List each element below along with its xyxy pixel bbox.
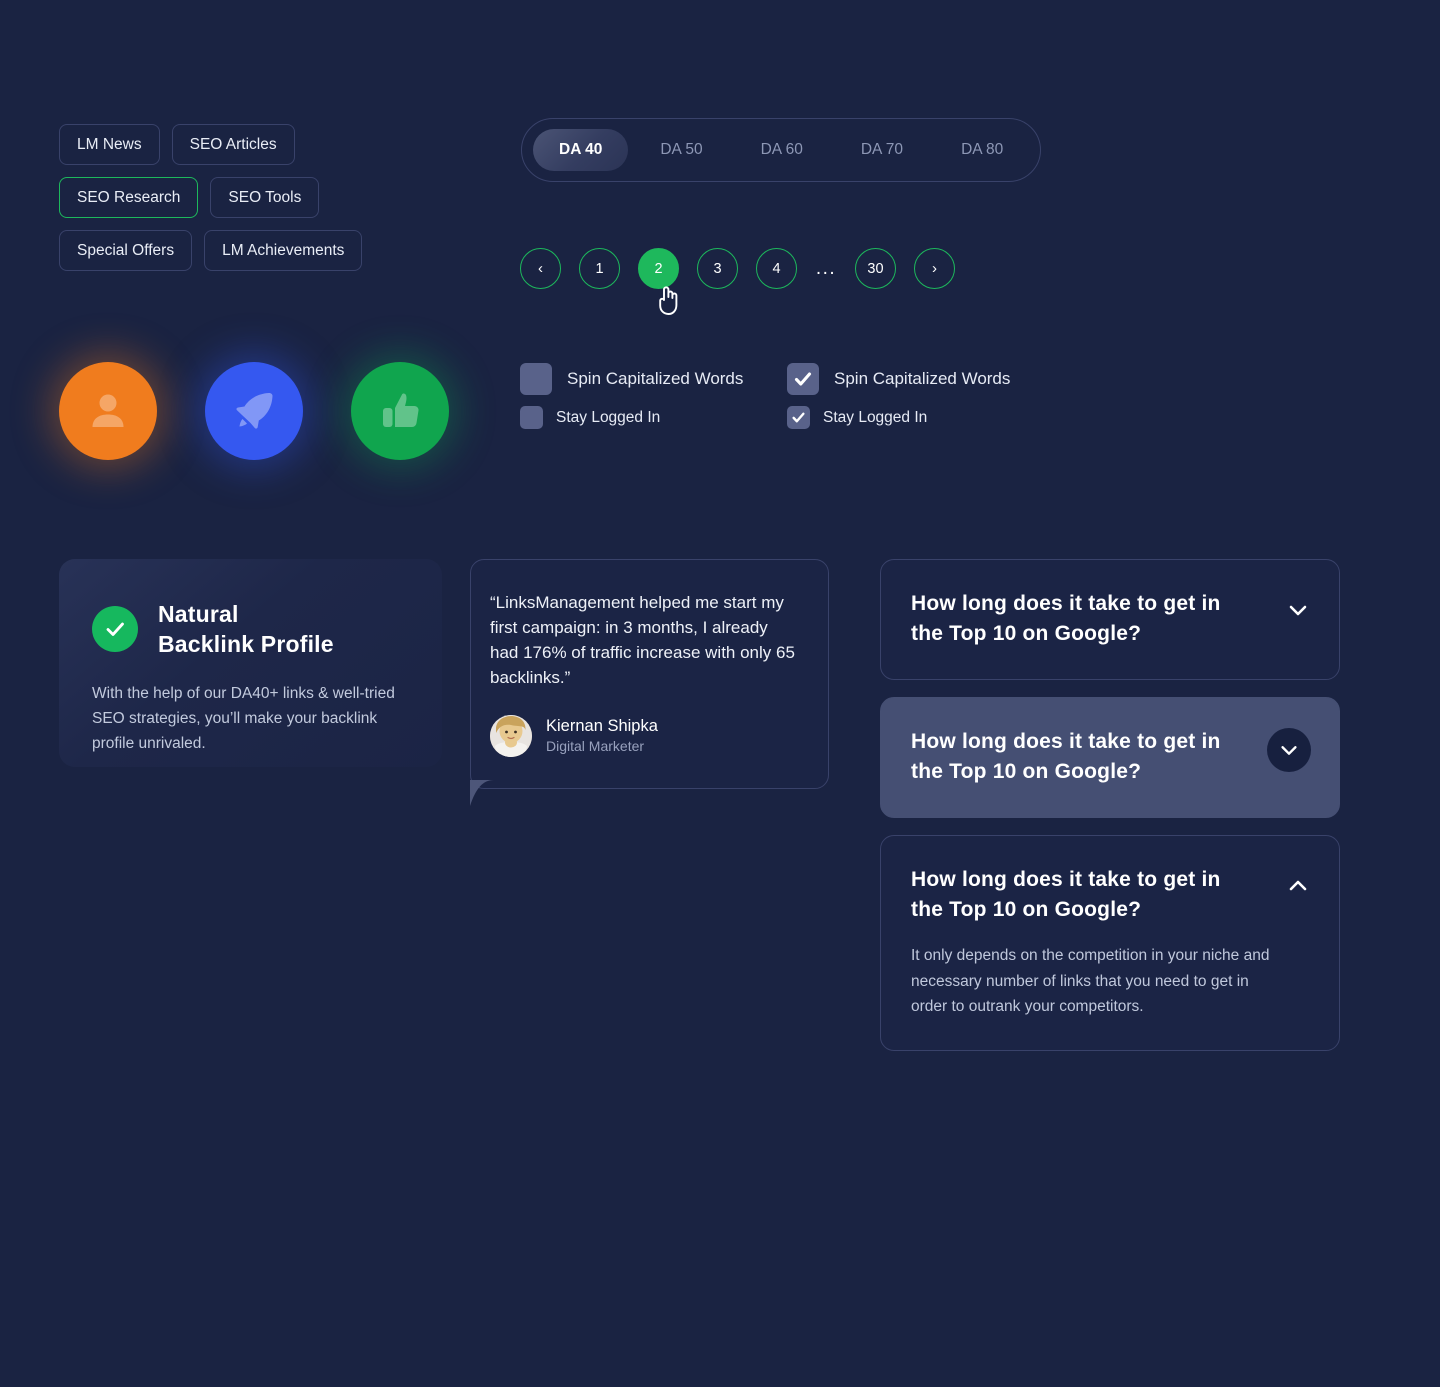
faq-item-2-body: How long does it take to get in the Top … bbox=[911, 727, 1267, 787]
rocket-icon bbox=[236, 392, 273, 429]
checkbox-spin-capitalized-unchecked[interactable] bbox=[520, 363, 552, 395]
chevron-down-icon[interactable] bbox=[1267, 728, 1311, 772]
testimonial-card: “LinksManagement helped me start my firs… bbox=[470, 559, 829, 789]
tab-da-60[interactable]: DA 60 bbox=[735, 129, 829, 171]
pagination-page-2[interactable]: 2 bbox=[638, 248, 679, 289]
checkbox-label: Stay Logged In bbox=[823, 408, 928, 426]
icon-circle-thumbs-up bbox=[351, 362, 449, 460]
checkbox-label: Stay Logged In bbox=[556, 408, 661, 426]
tag-seo-articles[interactable]: SEO Articles bbox=[171, 124, 295, 165]
check-icon bbox=[792, 412, 805, 423]
title-line-1: Natural bbox=[158, 601, 239, 627]
tag-filter-group: LM News SEO Articles SEO Research SEO To… bbox=[59, 124, 439, 271]
checkbox-spin-capitalized-checked[interactable] bbox=[787, 363, 819, 395]
pagination-page-3[interactable]: 3 bbox=[697, 248, 738, 289]
testimonial-author: Kiernan Shipka Digital Marketer bbox=[490, 715, 800, 757]
da-tab-group: DA 40 DA 50 DA 60 DA 70 DA 80 bbox=[521, 118, 1042, 182]
checkbox-stay-logged-in-checked[interactable] bbox=[787, 406, 810, 429]
faq-question: How long does it take to get in the Top … bbox=[911, 868, 1221, 921]
speech-bubble-tail bbox=[470, 780, 494, 806]
pagination: ‹ 1 2 3 4 ... 30 › bbox=[520, 248, 955, 289]
tag-lm-news[interactable]: LM News bbox=[59, 124, 160, 165]
checkbox-row-stay-logged-in-unchecked[interactable]: Stay Logged In bbox=[520, 406, 743, 429]
pagination-page-4[interactable]: 4 bbox=[756, 248, 797, 289]
chevron-down-icon[interactable] bbox=[1285, 597, 1311, 623]
faq-item-1-body: How long does it take to get in the Top … bbox=[911, 589, 1285, 649]
faq-question: How long does it take to get in the Top … bbox=[911, 592, 1221, 645]
pagination-page-1[interactable]: 1 bbox=[579, 248, 620, 289]
testimonial-quote: “LinksManagement helped me start my firs… bbox=[490, 593, 795, 687]
person-icon bbox=[92, 394, 124, 427]
natural-backlink-description: With the help of our DA40+ links & well-… bbox=[92, 685, 395, 752]
page-root: LM News SEO Articles SEO Research SEO To… bbox=[0, 0, 1440, 1387]
check-icon bbox=[106, 622, 124, 636]
checkbox-row-spin-capitalized-unchecked[interactable]: Spin Capitalized Words bbox=[520, 363, 743, 395]
checkbox-row-stay-logged-in-checked[interactable]: Stay Logged In bbox=[787, 406, 1010, 429]
testimonial-author-role: Digital Marketer bbox=[546, 738, 645, 754]
testimonial-author-name: Kiernan Shipka bbox=[546, 717, 658, 735]
check-icon bbox=[794, 372, 812, 386]
checkbox-group-checked: Spin Capitalized Words Stay Logged In bbox=[787, 363, 1010, 439]
natural-backlink-header: Natural Backlink Profile bbox=[92, 599, 406, 659]
avatar bbox=[490, 715, 532, 757]
pagination-next-button[interactable]: › bbox=[914, 248, 955, 289]
icon-circle-person bbox=[59, 362, 157, 460]
natural-backlink-title: Natural Backlink Profile bbox=[158, 599, 334, 659]
tab-da-70[interactable]: DA 70 bbox=[835, 129, 929, 171]
check-badge bbox=[92, 606, 138, 652]
checkbox-label: Spin Capitalized Words bbox=[567, 369, 744, 388]
feature-icon-row bbox=[59, 362, 449, 460]
faq-question: How long does it take to get in the Top … bbox=[911, 730, 1221, 783]
icon-circle-rocket bbox=[205, 362, 303, 460]
faq-item-3[interactable]: How long does it take to get in the Top … bbox=[880, 835, 1340, 1051]
tag-seo-research[interactable]: SEO Research bbox=[59, 177, 199, 218]
tab-da-40[interactable]: DA 40 bbox=[533, 129, 629, 171]
tag-special-offers[interactable]: Special Offers bbox=[59, 230, 193, 271]
faq-item-1[interactable]: How long does it take to get in the Top … bbox=[880, 559, 1340, 680]
tab-da-50[interactable]: DA 50 bbox=[634, 129, 728, 171]
testimonial-author-text: Kiernan Shipka Digital Marketer bbox=[546, 716, 658, 756]
tag-seo-tools[interactable]: SEO Tools bbox=[210, 177, 320, 218]
checkbox-group-unchecked: Spin Capitalized Words Stay Logged In bbox=[520, 363, 743, 439]
pagination-ellipsis: ... bbox=[815, 257, 837, 279]
pagination-page-30[interactable]: 30 bbox=[855, 248, 896, 289]
tag-lm-achievements[interactable]: LM Achievements bbox=[204, 230, 363, 271]
tab-da-80[interactable]: DA 80 bbox=[935, 129, 1029, 171]
faq-item-3-body: How long does it take to get in the Top … bbox=[911, 865, 1285, 1020]
faq-answer: It only depends on the competition in yo… bbox=[911, 947, 1270, 1015]
pagination-prev-button[interactable]: ‹ bbox=[520, 248, 561, 289]
thumbs-up-icon bbox=[383, 393, 419, 428]
checkbox-label: Spin Capitalized Words bbox=[834, 369, 1011, 388]
title-line-2: Backlink Profile bbox=[158, 631, 334, 657]
natural-backlink-card: Natural Backlink Profile With the help o… bbox=[59, 559, 442, 767]
checkbox-row-spin-capitalized-checked[interactable]: Spin Capitalized Words bbox=[787, 363, 1010, 395]
faq-item-2[interactable]: How long does it take to get in the Top … bbox=[880, 697, 1340, 818]
chevron-up-icon[interactable] bbox=[1285, 873, 1311, 899]
checkbox-stay-logged-in-unchecked[interactable] bbox=[520, 406, 543, 429]
faq-list: How long does it take to get in the Top … bbox=[880, 559, 1340, 1068]
